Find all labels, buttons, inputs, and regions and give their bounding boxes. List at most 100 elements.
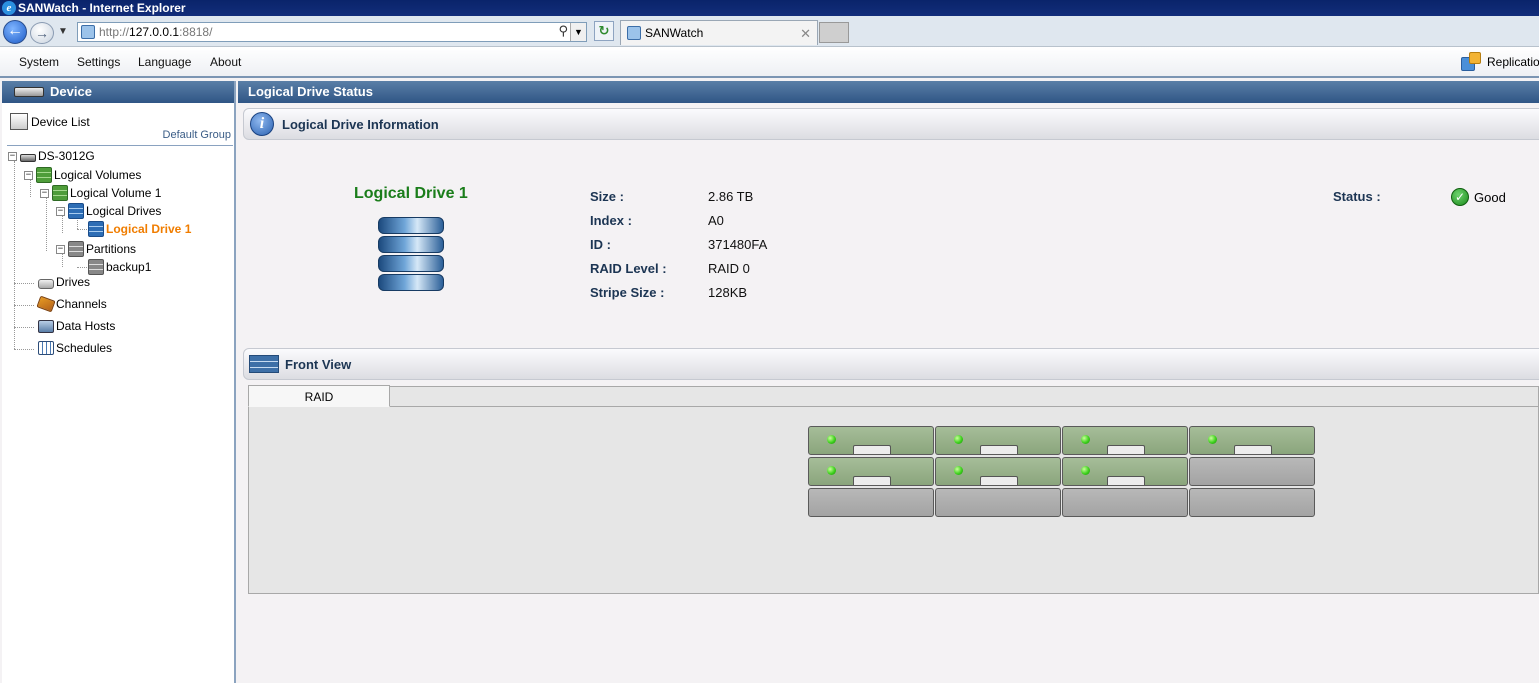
tree-item-partitions[interactable]: − Partitions (56, 241, 136, 257)
tree-line (77, 229, 87, 230)
logical-volume-icon (52, 185, 68, 201)
drive-slot-occupied[interactable] (935, 426, 1061, 455)
drive-handle (980, 476, 1018, 485)
status-indicator: ✓ Good (1451, 188, 1506, 206)
tree-item-logical-drive-1[interactable]: Logical Drive 1 (88, 221, 191, 237)
tree-item-label: Drives (56, 275, 91, 289)
drive-slot-occupied[interactable] (1062, 426, 1188, 455)
tree-line (14, 327, 34, 328)
group-label: Default Group (162, 129, 231, 141)
status-led-icon (954, 435, 963, 444)
forward-button[interactable]: → (30, 22, 54, 44)
menu-about[interactable]: About (210, 55, 241, 69)
id-value: 371480FA (708, 237, 768, 252)
browser-navbar: ← → ▼ http://127.0.0.1:8818/ ⚲ ▼ ↻ SANWa… (0, 16, 1539, 47)
menu-system[interactable]: System (19, 55, 59, 69)
drive-slot-occupied[interactable] (1189, 426, 1315, 455)
drive-handle (1107, 476, 1145, 485)
address-dropdown-icon[interactable]: ▼ (570, 23, 586, 41)
collapse-icon[interactable]: − (24, 170, 33, 180)
status-led-icon (827, 435, 836, 444)
collapse-icon[interactable]: − (8, 151, 17, 161)
raid-level-value: RAID 0 (708, 261, 750, 276)
drive-slot-empty[interactable] (1189, 457, 1315, 486)
id-label: ID : (590, 237, 611, 252)
tree-item-device[interactable]: − DS-3012G (8, 149, 95, 163)
drive-slot-empty[interactable] (935, 488, 1061, 517)
front-view-icon (249, 355, 279, 373)
window-titlebar: e SANWatch - Internet Explorer (0, 0, 1539, 16)
tree-item-backup1[interactable]: backup1 (88, 259, 151, 275)
stripe-size-label: Stripe Size : (590, 285, 665, 300)
stripe-size-value: 128KB (708, 285, 748, 300)
new-tab-button[interactable] (819, 22, 849, 43)
tree-line (77, 267, 87, 268)
status-led-icon (1208, 435, 1217, 444)
drive-slot-empty[interactable] (1062, 488, 1188, 517)
menu-language[interactable]: Language (138, 55, 191, 69)
info-section-header: i Logical Drive Information (243, 108, 1539, 140)
url-host: 127.0.0.1 (129, 25, 180, 39)
collapse-icon[interactable]: − (56, 244, 65, 254)
tree-item-label: Data Hosts (56, 319, 116, 333)
logical-drive-icon (378, 217, 444, 293)
ie-logo-icon: e (2, 1, 16, 15)
logical-drives-icon (68, 203, 84, 219)
collapse-icon[interactable]: − (40, 188, 49, 198)
drive-slot-occupied[interactable] (808, 426, 934, 455)
app-menubar: System Settings Language About Replicati… (0, 47, 1539, 78)
size-label: Size : (590, 189, 624, 204)
drive-slot-occupied[interactable] (808, 457, 934, 486)
tree-item-drives[interactable]: Drives (38, 275, 90, 289)
main-panel: Logical Drive Status i Logical Drive Inf… (238, 81, 1539, 683)
tree-item-label: Logical Volume 1 (70, 186, 162, 200)
collapse-icon[interactable]: − (56, 206, 65, 216)
size-value: 2.86 TB (708, 189, 754, 204)
browser-tab[interactable]: SANWatch ✕ (620, 20, 818, 45)
device-list-icon (10, 113, 28, 130)
tree-item-logical-drives[interactable]: − Logical Drives (56, 203, 161, 219)
drive-handle (1234, 445, 1272, 454)
tree-item-label: Schedules (56, 341, 113, 355)
tree-line (46, 197, 47, 251)
tree-item-label: backup1 (106, 260, 152, 274)
refresh-button[interactable]: ↻ (594, 21, 614, 41)
tree-item-label: Partitions (86, 242, 137, 256)
replication-button[interactable]: Replicatio (1461, 52, 1539, 72)
tab-close-icon[interactable]: ✕ (800, 26, 811, 42)
tree-item-logical-volumes[interactable]: − Logical Volumes (24, 167, 141, 183)
drive-handle (1107, 445, 1145, 454)
device-list-link[interactable]: Device List (10, 113, 90, 130)
tree-item-schedules[interactable]: Schedules (38, 341, 112, 355)
tree-item-channels[interactable]: Channels (36, 295, 107, 313)
schedules-icon (38, 341, 54, 355)
history-dropdown-icon[interactable]: ▼ (58, 26, 68, 37)
url-suffix: :8818/ (179, 25, 213, 39)
drive-slot-occupied[interactable] (1062, 457, 1188, 486)
back-button[interactable]: ← (3, 20, 27, 44)
device-panel-title: Device (50, 84, 92, 99)
status-led-icon (954, 466, 963, 475)
tree-item-data-hosts[interactable]: Data Hosts (38, 319, 115, 333)
search-icon[interactable]: ⚲ (558, 23, 568, 39)
drive-handle (853, 445, 891, 454)
device-icon (14, 87, 44, 97)
drive-slot-empty[interactable] (1189, 488, 1315, 517)
drive-slot-empty[interactable] (808, 488, 934, 517)
status-value: Good (1474, 189, 1506, 205)
drive-slot-occupied[interactable] (935, 457, 1061, 486)
address-bar[interactable]: http://127.0.0.1:8818/ ⚲ ▼ (77, 22, 587, 42)
drives-icon (38, 278, 54, 289)
channels-icon (36, 295, 56, 313)
tree-line (14, 161, 15, 349)
tree-item-label: Logical Drives (86, 204, 162, 218)
device-panel-header: Device (2, 81, 234, 103)
tree-item-logical-volume-1[interactable]: − Logical Volume 1 (40, 185, 161, 201)
menu-settings[interactable]: Settings (77, 55, 120, 69)
tree-line (14, 349, 34, 350)
index-label: Index : (590, 213, 632, 228)
status-led-icon (827, 466, 836, 475)
tab-raid[interactable]: RAID (248, 385, 390, 407)
drive-handle (980, 445, 1018, 454)
status-led-icon (1081, 466, 1090, 475)
